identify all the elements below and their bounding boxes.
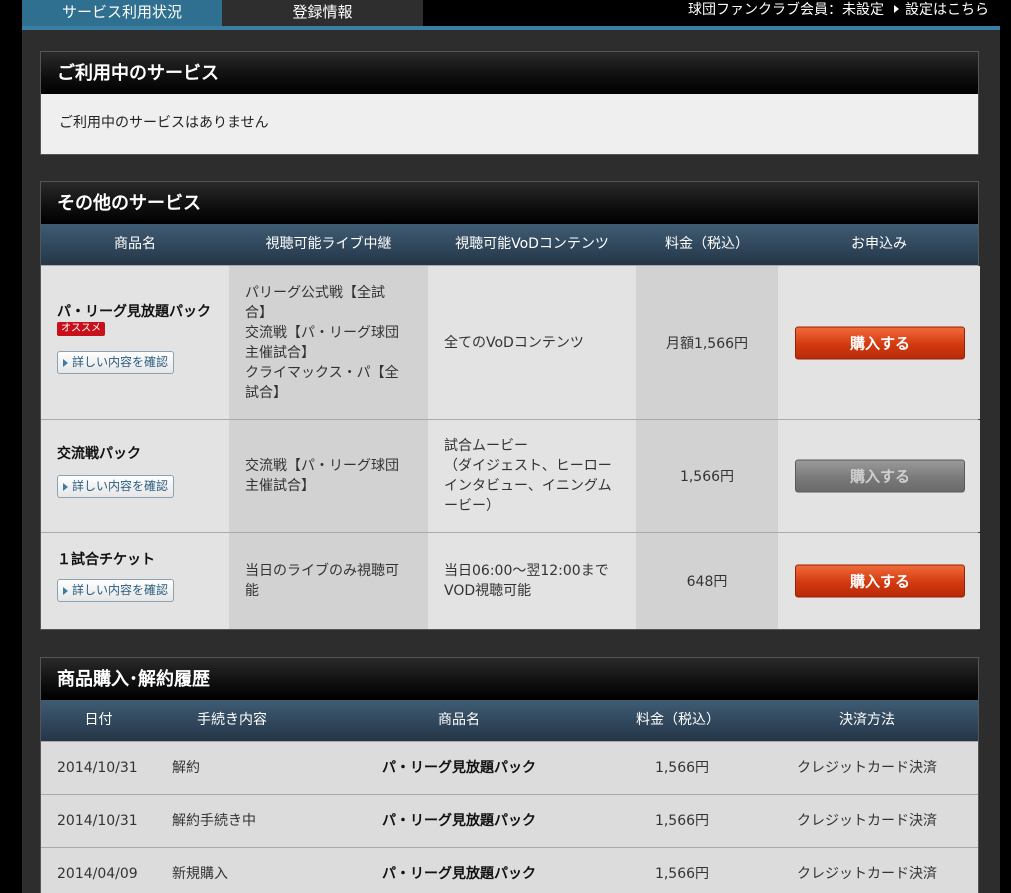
history-procedure: 解約手続き中 xyxy=(172,813,256,829)
vod-line: 当日06:00～翌12:00まで xyxy=(444,563,609,579)
buy-cell: 購入する xyxy=(778,533,980,629)
details-button[interactable]: 詳しい内容を確認 xyxy=(57,351,174,374)
details-button[interactable]: 詳しい内容を確認 xyxy=(57,475,174,498)
header-date: 日付 xyxy=(84,712,113,728)
header-product: 商品名 xyxy=(438,712,480,728)
recommended-badge: オススメ xyxy=(57,322,105,336)
history-product: パ・リーグ見放題パック xyxy=(382,866,536,882)
history-price: 1,566円 xyxy=(654,866,710,882)
price-value: 648円 xyxy=(686,574,728,590)
tab-registration[interactable]: 登録情報 xyxy=(222,0,423,26)
vod-line: ービー） xyxy=(444,498,500,514)
buy-cell: 購入する xyxy=(778,266,980,419)
buy-cell: 購入する xyxy=(778,420,980,532)
price-value: 1,566円 xyxy=(679,469,735,485)
live-line: 交流戦【パ・リーグ球団 xyxy=(245,458,399,474)
history-date: 2014/10/31 xyxy=(57,813,138,829)
history-price: 1,566円 xyxy=(654,813,710,829)
vod-line: 全てのVoDコンテンツ xyxy=(444,334,584,351)
service-row: パ・リーグ見放題パック オススメ 詳しい内容を確認 パリーグ公式戦【全試 合】 … xyxy=(41,265,980,419)
vod-cell: 当日06:00～翌12:00まで VOD視聴可能 xyxy=(428,533,636,629)
purchase-history-title: 商品購入･解約履歴 xyxy=(41,658,978,700)
details-button[interactable]: 詳しい内容を確認 xyxy=(57,579,174,602)
live-cell: 交流戦【パ・リーグ球団 主催試合】 xyxy=(229,420,428,532)
other-services-section: その他のサービス 商品名 視聴可能ライブ中継 視聴可能VoDコンテンツ 料金（税… xyxy=(40,181,980,630)
header-procedure: 手続き内容 xyxy=(197,712,267,728)
service-name: １試合チケット xyxy=(57,552,155,568)
header-price: 料金（税込） xyxy=(665,236,749,252)
history-payment: クレジットカード決済 xyxy=(797,760,937,776)
live-line: 交流戦【パ・リーグ球団 xyxy=(245,324,399,341)
vod-line: （ダイジェスト、ヒーロー xyxy=(444,458,612,474)
vod-text: 全てのVoDコンテンツ xyxy=(444,333,624,353)
purchase-history-section: 商品購入･解約履歴 日付 手続き内容 商品名 料金（税込） 決済方法 2014/… xyxy=(40,657,979,893)
service-name-cell: パ・リーグ見放題パック オススメ 詳しい内容を確認 xyxy=(41,266,229,419)
service-name: パ・リーグ見放題パック xyxy=(57,304,211,320)
buy-button[interactable]: 購入する xyxy=(795,326,965,359)
live-line: 主催試合】 xyxy=(245,344,315,361)
history-payment: クレジットカード決済 xyxy=(797,866,937,882)
top-navigation: サービス利用状況 登録情報 球団ファンクラブ会員：未設定 設定はこちら xyxy=(0,0,1011,26)
header-live: 視聴可能ライブ中継 xyxy=(265,236,392,252)
buy-button[interactable]: 購入する xyxy=(795,564,965,598)
history-procedure: 新規購入 xyxy=(172,866,228,882)
main-panel: ご利用中のサービス ご利用中のサービスはありません その他のサービス 商品名 視… xyxy=(22,30,1000,893)
live-line: 合】 xyxy=(245,304,273,321)
history-row: 2014/10/31 解約手続き中 パ・リーグ見放題パック 1,566円 クレジ… xyxy=(41,794,978,847)
price-value: 月額1,566円 xyxy=(665,335,749,352)
header-vod: 視聴可能VoDコンテンツ xyxy=(455,236,609,252)
history-price: 1,566円 xyxy=(654,760,710,776)
history-product: パ・リーグ見放題パック xyxy=(382,760,536,776)
vod-line: 試合ムービー xyxy=(444,438,528,454)
price-cell: 648円 xyxy=(636,533,778,629)
header-apply: お申込み xyxy=(851,236,907,252)
vod-text: 当日06:00～翌12:00まで VOD視聴可能 xyxy=(444,561,624,601)
history-date: 2014/10/31 xyxy=(57,760,138,776)
service-name: 交流戦パック xyxy=(57,446,141,462)
current-services-section: ご利用中のサービス ご利用中のサービスはありません xyxy=(40,51,979,155)
fan-club-status: 球団ファンクラブ会員：未設定 設定はこちら xyxy=(688,0,989,22)
history-row: 2014/10/31 解約 パ・リーグ見放題パック 1,566円 クレジットカー… xyxy=(41,741,978,794)
fan-club-status-text: 球団ファンクラブ会員：未設定 xyxy=(688,2,884,18)
live-line: クライマックス・パ【全 xyxy=(245,364,399,381)
live-text: 当日のライブのみ視聴可 能 xyxy=(245,561,416,601)
header-product: 商品名 xyxy=(114,236,156,252)
live-text: 交流戦【パ・リーグ球団 主催試合】 xyxy=(245,456,416,496)
buy-button-disabled: 購入する xyxy=(795,459,965,493)
current-services-title: ご利用中のサービス xyxy=(41,52,978,94)
vod-text: 試合ムービー （ダイジェスト、ヒーロー インタビュー、イニングム ービー） xyxy=(444,436,624,516)
service-row: 交流戦パック 詳しい内容を確認 交流戦【パ・リーグ球団 主催試合】 試合ムービー… xyxy=(41,419,980,532)
live-line: 当日のライブのみ視聴可 xyxy=(245,563,399,579)
service-name-cell: 交流戦パック 詳しい内容を確認 xyxy=(41,420,229,532)
live-cell: パリーグ公式戦【全試 合】 交流戦【パ・リーグ球団 主催試合】 クライマックス・… xyxy=(229,266,428,419)
price-cell: 月額1,566円 xyxy=(636,266,778,419)
vod-cell: 試合ムービー （ダイジェスト、ヒーロー インタビュー、イニングム ービー） xyxy=(428,420,636,532)
live-line: 試合】 xyxy=(245,384,287,401)
history-procedure: 解約 xyxy=(172,760,200,776)
history-table-header: 日付 手続き内容 商品名 料金（税込） 決済方法 xyxy=(41,700,978,741)
service-name-cell: １試合チケット 詳しい内容を確認 xyxy=(41,533,229,629)
history-row: 2014/04/09 新規購入 パ・リーグ見放題パック 1,566円 クレジット… xyxy=(41,847,978,893)
history-payment: クレジットカード決済 xyxy=(797,813,937,829)
tab-service-status[interactable]: サービス利用状況 xyxy=(22,0,222,26)
vod-line: インタビュー、イニングム xyxy=(444,478,612,494)
services-table-header: 商品名 視聴可能ライブ中継 視聴可能VoDコンテンツ 料金（税込） お申込み xyxy=(41,224,978,265)
live-line: 能 xyxy=(245,583,259,599)
live-line: パリーグ公式戦【全試 xyxy=(245,284,385,301)
service-row: １試合チケット 詳しい内容を確認 当日のライブのみ視聴可 能 当日06:00～翌… xyxy=(41,532,980,629)
arrow-right-icon xyxy=(894,5,899,13)
other-services-title: その他のサービス xyxy=(41,182,978,224)
vod-cell: 全てのVoDコンテンツ xyxy=(428,266,636,419)
history-product: パ・リーグ見放題パック xyxy=(382,813,536,829)
header-payment: 決済方法 xyxy=(839,712,895,728)
live-line: 主催試合】 xyxy=(245,478,315,494)
header-price: 料金（税込） xyxy=(636,712,720,728)
price-cell: 1,566円 xyxy=(636,420,778,532)
current-services-empty-message: ご利用中のサービスはありません xyxy=(41,94,978,154)
history-date: 2014/04/09 xyxy=(57,866,138,882)
live-cell: 当日のライブのみ視聴可 能 xyxy=(229,533,428,629)
settings-link[interactable]: 設定はこちら xyxy=(905,2,989,18)
vod-line: VOD視聴可能 xyxy=(444,583,532,599)
live-text: パリーグ公式戦【全試 合】 交流戦【パ・リーグ球団 主催試合】 クライマックス・… xyxy=(245,283,416,403)
